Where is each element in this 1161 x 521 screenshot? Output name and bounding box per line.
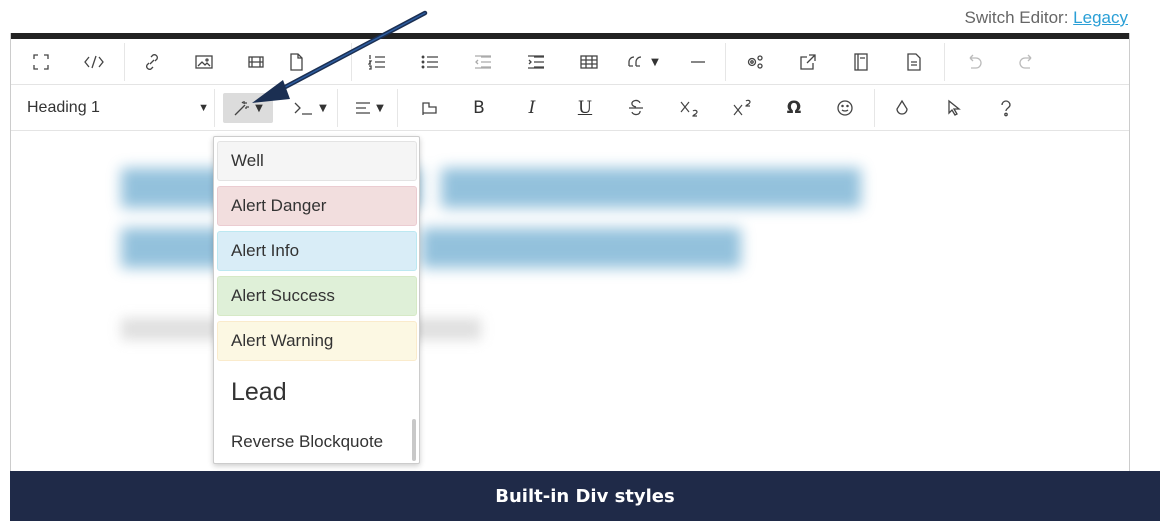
style-alert-success[interactable]: Alert Success	[217, 276, 417, 316]
bold-icon[interactable]: B	[466, 93, 492, 123]
chevron-down-icon: ▼	[198, 102, 209, 114]
separator	[944, 43, 945, 81]
redo-icon[interactable]	[1014, 47, 1040, 77]
fullscreen-icon[interactable]	[29, 47, 53, 77]
style-alert-danger[interactable]: Alert Danger	[217, 186, 417, 226]
format-select[interactable]: Heading 1 ▼	[27, 93, 215, 123]
separator	[351, 43, 352, 81]
styles-icon	[234, 101, 250, 116]
source-code-icon[interactable]	[81, 47, 107, 77]
horizontal-rule-icon[interactable]	[685, 47, 711, 77]
italic-icon[interactable]: I	[519, 93, 545, 123]
emoji-icon[interactable]	[832, 93, 858, 123]
align-button[interactable]: ▼	[347, 93, 391, 123]
dropdown-scrollbar[interactable]	[412, 419, 416, 461]
separator	[725, 43, 726, 81]
style-reverse-blockquote[interactable]: Reverse Blockquote	[217, 422, 417, 462]
subscript-icon[interactable]	[675, 93, 705, 123]
image-icon[interactable]	[191, 47, 217, 77]
toolbar-row-1: ▼	[11, 39, 1129, 85]
table-icon[interactable]	[576, 47, 602, 77]
video-icon[interactable]	[243, 47, 269, 77]
caption-text: Built-in Div styles	[495, 485, 675, 507]
help-icon[interactable]	[993, 93, 1019, 123]
styles-button[interactable]: ▼	[223, 93, 273, 123]
template-icon[interactable]	[848, 47, 874, 77]
separator	[214, 89, 215, 127]
clear-format-icon[interactable]	[416, 93, 442, 123]
caption-banner: Built-in Div styles	[10, 471, 1160, 521]
undo-icon[interactable]	[961, 47, 987, 77]
editor: ▼ Heading 1 ▼ ▼ ▼ ▼ B I U Ω	[10, 33, 1130, 473]
code-icon	[294, 102, 313, 115]
external-link-icon[interactable]	[795, 47, 821, 77]
ordered-list-icon[interactable]	[364, 47, 390, 77]
settings-icon[interactable]	[742, 47, 768, 77]
file-icon[interactable]	[283, 47, 309, 77]
separator	[124, 43, 125, 81]
strikethrough-icon[interactable]	[623, 93, 649, 123]
underline-icon[interactable]: U	[572, 93, 598, 123]
pointer-icon[interactable]	[941, 93, 967, 123]
indent-icon[interactable]	[523, 47, 549, 77]
switch-editor: Switch Editor: Legacy	[965, 8, 1129, 28]
color-icon[interactable]	[889, 93, 915, 123]
outdent-icon[interactable]	[470, 47, 496, 77]
style-alert-info[interactable]: Alert Info	[217, 231, 417, 271]
link-icon[interactable]	[139, 47, 165, 77]
chevron-down-icon: ▼	[376, 102, 384, 114]
style-alert-warning[interactable]: Alert Warning	[217, 321, 417, 361]
code-button[interactable]: ▼	[286, 93, 334, 123]
legacy-link[interactable]: Legacy	[1073, 8, 1128, 27]
align-icon	[356, 102, 371, 114]
separator	[874, 89, 875, 127]
special-char-icon[interactable]: Ω	[781, 93, 807, 123]
superscript-icon[interactable]	[728, 93, 758, 123]
separator	[397, 89, 398, 127]
style-lead[interactable]: Lead	[217, 369, 417, 415]
chevron-down-icon: ▼	[319, 102, 327, 114]
chevron-down-icon: ▼	[255, 102, 263, 114]
blockquote-icon[interactable]: ▼	[623, 47, 663, 77]
toolbar-row-2: Heading 1 ▼ ▼ ▼ ▼ B I U Ω	[11, 85, 1129, 131]
styles-dropdown: Well Alert Danger Alert Info Alert Succe…	[213, 136, 420, 464]
switch-editor-label: Switch Editor:	[964, 8, 1069, 27]
style-well[interactable]: Well	[217, 141, 417, 181]
document-icon[interactable]	[901, 47, 927, 77]
unordered-list-icon[interactable]	[417, 47, 443, 77]
separator	[337, 89, 338, 127]
format-select-value: Heading 1	[27, 99, 100, 116]
